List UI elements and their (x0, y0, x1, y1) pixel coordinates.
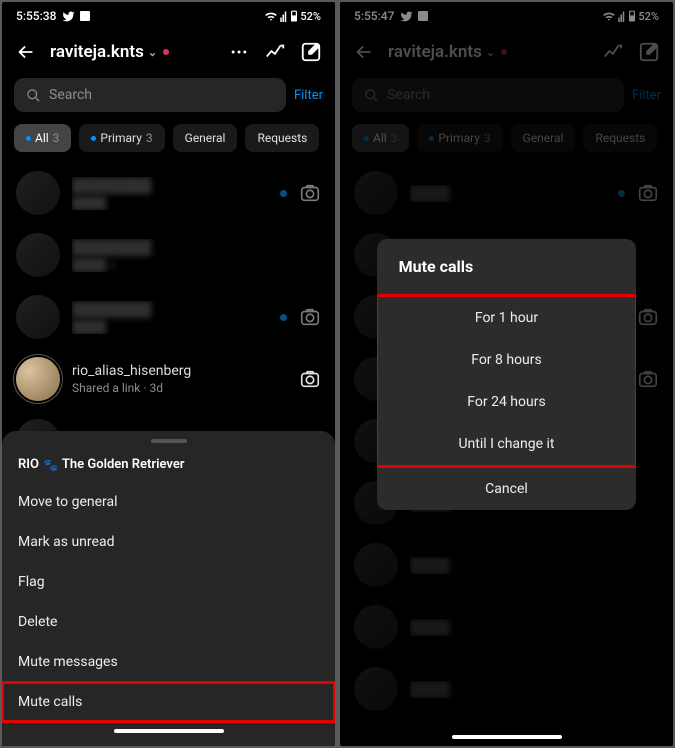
camera-icon[interactable] (299, 368, 321, 390)
dialog-options-highlight: For 1 hour For 8 hours For 24 hours Unti… (377, 294, 637, 468)
phone-right: 5:55:47 52% raviteja.knts ⌄ (340, 2, 673, 746)
chat-row-rio[interactable]: rio_alias_hisenberg Shared a link · 3d (2, 348, 335, 410)
dm-header: raviteja.knts ⌄ (2, 30, 335, 74)
sheet-flag[interactable]: Flag (2, 562, 335, 602)
wifi-icon (264, 10, 278, 22)
nav-pill[interactable] (452, 735, 562, 739)
camera-icon[interactable] (299, 306, 321, 328)
status-right-icons: 52% (264, 10, 321, 23)
chevron-down-icon: ⌄ (148, 46, 157, 59)
dialog-title: Mute calls (377, 239, 637, 294)
notification-dot (163, 49, 169, 55)
option-8-hours[interactable]: For 8 hours (378, 339, 636, 381)
search-placeholder: Search (49, 87, 92, 103)
sheet-handle[interactable] (151, 439, 187, 443)
chat-row[interactable]: ████████████ d (2, 224, 335, 286)
inbox-tabs: All 3 Primary 3 General Requests (2, 120, 335, 162)
dialog-overlay[interactable]: Mute calls For 1 hour For 8 hours For 24… (340, 2, 673, 746)
compose-icon (300, 41, 322, 63)
tab-general[interactable]: General (173, 124, 238, 152)
sheet-move-general[interactable]: Move to general (2, 482, 335, 522)
battery-percent: 52% (300, 10, 321, 23)
status-time: 5:55:38 (16, 9, 56, 23)
chat-subtitle: Shared a link · 3d (72, 381, 299, 395)
dialog-cancel[interactable]: Cancel (377, 468, 637, 510)
chat-name: rio_alias_hisenberg (72, 363, 299, 379)
nav-bar (2, 722, 335, 740)
arrow-left-icon (15, 41, 37, 63)
avatar (16, 171, 60, 215)
signal-icon (280, 10, 288, 22)
option-until-change[interactable]: Until I change it (378, 423, 636, 465)
nav-bar (340, 728, 673, 746)
trending-icon (264, 41, 286, 63)
trending-button[interactable] (263, 40, 287, 64)
nav-pill[interactable] (114, 729, 224, 733)
avatar (16, 357, 60, 401)
tab-requests[interactable]: Requests (245, 124, 319, 152)
sheet-title: RIO 🐾 The Golden Retriever (2, 453, 335, 482)
chat-row[interactable]: ████████████ (2, 286, 335, 348)
option-24-hours[interactable]: For 24 hours (378, 381, 636, 423)
status-bar: 5:55:38 52% (2, 2, 335, 30)
sheet-mute-calls[interactable]: Mute calls (2, 682, 335, 722)
username-label: raviteja.knts (50, 42, 144, 62)
search-input[interactable]: Search (14, 78, 286, 112)
avatar (16, 295, 60, 339)
phone-left: 5:55:38 52% raviteja.knts ⌄ (2, 2, 335, 746)
search-icon (26, 88, 41, 103)
more-button[interactable] (227, 40, 251, 64)
mute-calls-dialog: Mute calls For 1 hour For 8 hours For 24… (377, 239, 637, 510)
filter-link[interactable]: Filter (294, 88, 323, 103)
compose-button[interactable] (299, 40, 323, 64)
sheet-mark-unread[interactable]: Mark as unread (2, 522, 335, 562)
chat-row[interactable]: ████████████ (2, 162, 335, 224)
status-left-icons (62, 10, 91, 23)
linkedin-icon (79, 10, 91, 22)
camera-icon[interactable] (299, 182, 321, 204)
back-button[interactable] (14, 40, 38, 64)
avatar (16, 233, 60, 277)
sheet-mute-messages[interactable]: Mute messages (2, 642, 335, 682)
unread-dot (280, 314, 287, 321)
sheet-delete[interactable]: Delete (2, 602, 335, 642)
option-1-hour[interactable]: For 1 hour (378, 297, 636, 339)
dots-icon (229, 42, 249, 62)
bottom-sheet: RIO 🐾 The Golden Retriever Move to gener… (2, 431, 335, 746)
account-switcher[interactable]: raviteja.knts ⌄ (50, 42, 169, 62)
unread-dot (280, 190, 287, 197)
twitter-icon (62, 10, 75, 23)
paw-icon: 🐾 (43, 458, 58, 472)
tab-primary[interactable]: Primary 3 (79, 124, 164, 152)
search-row: Search Filter (2, 74, 335, 120)
battery-icon (290, 10, 298, 22)
tab-all[interactable]: All 3 (14, 124, 71, 152)
